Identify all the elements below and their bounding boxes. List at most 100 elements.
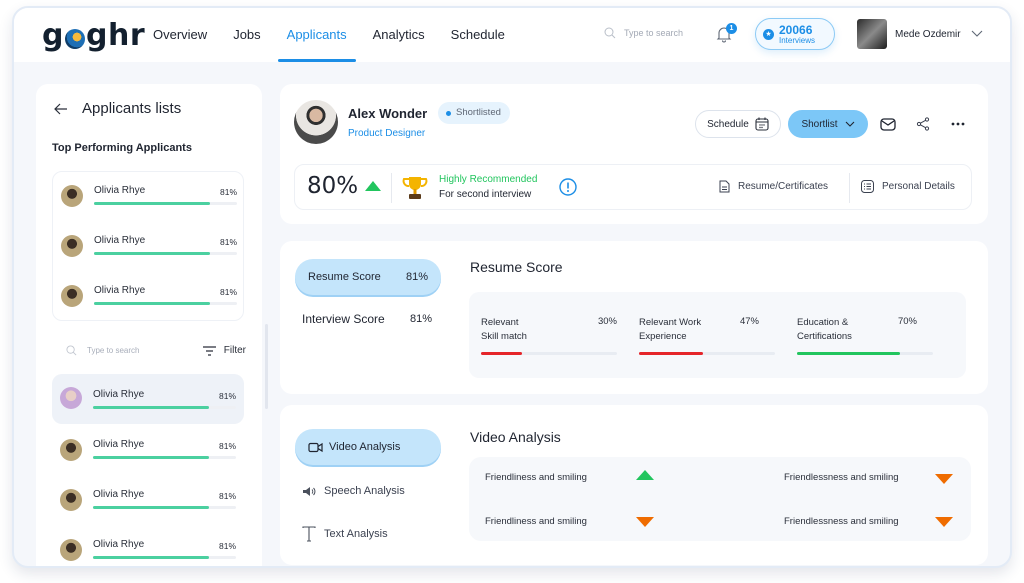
analysis-item-label: Friendliness and smiling xyxy=(485,516,587,527)
applicant-item[interactable]: Olivia Rhye 81% xyxy=(52,528,244,566)
nav-analytics[interactable]: Analytics xyxy=(364,8,434,62)
calendar-icon xyxy=(755,117,769,131)
tab-text-analysis[interactable]: Text Analysis xyxy=(302,526,388,542)
chevron-down-icon xyxy=(845,121,854,127)
trend-down-icon xyxy=(935,517,953,527)
interviews-counter[interactable]: ★ 20066 Interviews xyxy=(755,18,835,50)
personal-details-link[interactable]: Personal Details xyxy=(861,180,955,193)
applicant-score-fill xyxy=(94,202,210,205)
applicant-name: Olivia Rhye xyxy=(93,439,145,450)
filter-button[interactable]: Filter xyxy=(202,345,246,356)
share-button[interactable] xyxy=(913,114,933,134)
divider xyxy=(391,173,392,203)
status-badge: Shortlisted xyxy=(438,102,510,124)
notification-badge: 1 xyxy=(726,23,737,34)
metric-bar xyxy=(481,352,617,355)
schedule-label: Schedule xyxy=(707,118,749,130)
interviews-label: Interviews xyxy=(779,35,816,45)
applicant-score-bar xyxy=(93,406,236,409)
info-icon[interactable] xyxy=(559,178,577,196)
resume-score-card: Resume Score 81% Interview Score 81% Res… xyxy=(280,241,988,394)
applicant-score-bar xyxy=(93,556,236,559)
candidate-role[interactable]: Product Designer xyxy=(348,128,425,139)
search-icon xyxy=(604,27,616,39)
top-applicant-item[interactable]: Olivia Rhye 81% xyxy=(53,224,245,270)
speaker-icon xyxy=(303,486,316,496)
applicant-name: Olivia Rhye xyxy=(94,235,146,246)
analysis-item-label: Friendlessness and smiling xyxy=(784,472,899,483)
metric-value: 47% xyxy=(739,316,759,327)
metric-bar-fill xyxy=(481,352,522,355)
resume-certificates-link[interactable]: Resume/Certificates xyxy=(719,180,828,193)
document-icon xyxy=(719,180,730,193)
trophy-icon xyxy=(402,177,428,199)
applicant-score-fill xyxy=(93,556,209,559)
applicant-search-input[interactable]: Type to search xyxy=(66,345,139,356)
applicant-name: Olivia Rhye xyxy=(93,489,145,500)
tab-text-analysis-label: Text Analysis xyxy=(324,528,388,540)
analysis-item-label: Friendliness and smiling xyxy=(485,472,587,483)
more-options-button[interactable] xyxy=(948,114,968,134)
tab-speech-analysis[interactable]: Speech Analysis xyxy=(302,485,405,497)
metric-bar-fill xyxy=(639,352,703,355)
user-name: Mede Ozdemir xyxy=(895,28,961,40)
back-arrow-icon[interactable] xyxy=(54,103,68,115)
metric-work-experience: Relevant Work Experience 47% xyxy=(639,316,775,355)
applicant-name: Olivia Rhye xyxy=(93,539,145,550)
shortlist-dropdown[interactable]: Shortlist xyxy=(788,110,868,138)
nav-applicants[interactable]: Applicants xyxy=(277,8,356,62)
divider xyxy=(849,173,850,203)
logo-text-end: ghr xyxy=(85,18,146,53)
applicant-score: 81% xyxy=(218,441,236,451)
candidate-name: Alex Wonder xyxy=(348,106,428,121)
video-analysis-title: Video Analysis xyxy=(470,429,561,445)
applicants-sidebar: Applicants lists Top Performing Applican… xyxy=(36,84,268,566)
applicant-name: Olivia Rhye xyxy=(93,389,145,400)
nav-jobs[interactable]: Jobs xyxy=(224,8,269,62)
globe-icon xyxy=(64,28,85,49)
metric-bar xyxy=(797,352,933,355)
applicant-name: Olivia Rhye xyxy=(94,285,146,296)
applicant-item[interactable]: Olivia Rhye 81% xyxy=(52,478,244,524)
metric-label: Relevant xyxy=(481,317,519,328)
metric-education: Education & Certifications 70% xyxy=(797,316,933,355)
user-menu[interactable]: Mede Ozdemir xyxy=(857,19,983,49)
share-icon xyxy=(916,117,930,131)
overall-score: 80% xyxy=(307,173,359,199)
applicant-name: Olivia Rhye xyxy=(94,185,146,196)
applicant-score-bar xyxy=(94,202,237,205)
email-button[interactable] xyxy=(878,114,898,134)
tab-resume-score[interactable]: Resume Score 81% xyxy=(295,259,441,295)
schedule-button[interactable]: Schedule xyxy=(695,110,781,138)
global-search[interactable]: Type to search xyxy=(604,27,683,39)
filter-label: Filter xyxy=(223,345,246,356)
analysis-item-label: Friendlessness and smiling xyxy=(784,516,899,527)
applicant-score: 81% xyxy=(218,541,236,551)
top-applicant-item[interactable]: Olivia Rhye 81% xyxy=(53,174,245,220)
personal-details-label: Personal Details xyxy=(882,181,955,192)
tab-interview-score[interactable]: Interview Score 81% xyxy=(302,312,432,326)
resume-metrics: Relevant Skill match 30% Relevant Work E… xyxy=(469,292,966,378)
trend-down-icon xyxy=(636,517,654,527)
metric-skill-match: Relevant Skill match 30% xyxy=(481,316,617,355)
nav-schedule[interactable]: Schedule xyxy=(442,8,514,62)
applicant-item-selected[interactable]: Olivia Rhye 81% xyxy=(52,374,244,424)
notifications-button[interactable]: 1 xyxy=(714,23,737,46)
candidate-profile-card: Alex Wonder Product Designer Shortlisted… xyxy=(280,84,988,224)
sidebar-header: Applicants lists xyxy=(54,100,181,117)
tab-interview-score-label: Interview Score xyxy=(302,312,385,326)
tab-interview-score-value: 81% xyxy=(409,313,432,325)
logo[interactable]: g ghr xyxy=(42,18,145,53)
top-applicant-item[interactable]: Olivia Rhye 81% xyxy=(53,274,245,320)
logo-text-start: g xyxy=(42,18,64,53)
sidebar-scrollbar[interactable] xyxy=(265,324,268,409)
applicant-item[interactable]: Olivia Rhye 81% xyxy=(52,428,244,474)
nav-overview[interactable]: Overview xyxy=(144,8,216,62)
metric-value: 70% xyxy=(897,316,917,327)
recommendation-label: Highly Recommended xyxy=(439,174,538,185)
recommendation-sub: For second interview xyxy=(439,189,532,200)
tab-speech-analysis-label: Speech Analysis xyxy=(324,485,405,497)
tab-video-analysis[interactable]: Video Analysis xyxy=(295,429,441,465)
shortlist-label: Shortlist xyxy=(801,118,838,130)
tab-resume-score-label: Resume Score xyxy=(308,271,381,283)
